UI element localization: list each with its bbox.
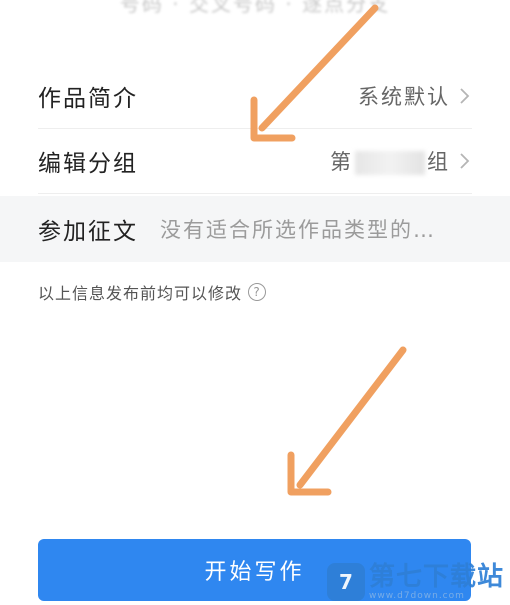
row-value-group: 第组 — [330, 146, 450, 176]
watermark-logo-icon: 7 — [326, 563, 365, 601]
publish-settings-page: 号码 · 交叉号码 · 逐点分支 作品简介 系统默认 编辑分组 第组 参加征文 … — [0, 0, 510, 605]
edit-hint: 以上信息发布前均可以修改 ? — [38, 280, 267, 304]
row-right-intro: 系统默认 — [358, 81, 472, 111]
row-work-intro[interactable]: 作品简介 系统默认 — [38, 63, 472, 129]
watermark-main-text: 第七下载站 — [368, 561, 504, 592]
edit-hint-text: 以上信息发布前均可以修改 — [38, 284, 243, 303]
help-icon[interactable]: ? — [248, 283, 267, 301]
chevron-right-icon — [460, 87, 470, 104]
cut-off-top-text: 号码 · 交叉号码 · 逐点分支 — [119, 0, 391, 16]
row-value-contest: 没有适合所选作品类型的… — [160, 218, 436, 242]
site-watermark: 7 第七下载站 www.d7down.com — [326, 563, 504, 601]
blurred-group-name — [355, 150, 425, 175]
row-join-contest[interactable]: 参加征文 没有适合所选作品类型的… — [0, 196, 510, 262]
annotation-arrow-bottom — [287, 346, 407, 496]
row-value-intro: 系统默认 — [358, 84, 450, 109]
chevron-right-icon — [460, 152, 470, 169]
row-label-group: 编辑分组 — [38, 150, 138, 177]
row-right-group: 第组 — [330, 146, 472, 176]
row-label-intro: 作品简介 — [38, 85, 138, 112]
watermark-sub-text: www.d7down.com — [368, 590, 465, 601]
row-label-contest: 参加征文 — [38, 219, 138, 245]
group-value-suffix: 组 — [427, 149, 450, 174]
row-edit-group[interactable]: 编辑分组 第组 — [38, 128, 472, 194]
watermark-text: 第七下载站 www.d7down.com — [369, 564, 504, 601]
group-value-prefix: 第 — [330, 149, 353, 174]
